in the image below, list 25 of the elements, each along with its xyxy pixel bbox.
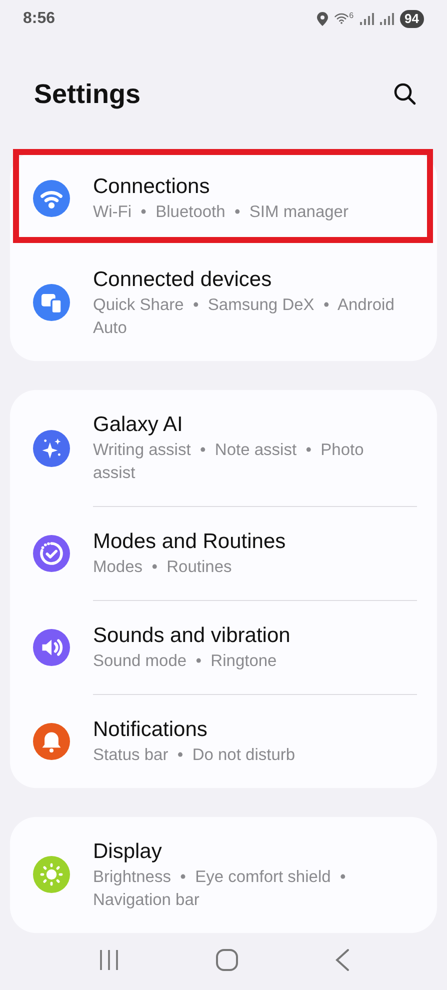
setting-title[interactable]: Modes and Routines: [93, 528, 417, 556]
setting-title[interactable]: Display: [93, 838, 417, 866]
setting-subtitle: Quick Share • Samsung DeX • Android Auto: [93, 294, 396, 339]
setting-title[interactable]: Galaxy AI: [93, 410, 417, 439]
signal-icon: [380, 12, 394, 25]
setting-subtitle: Brightness • Eye comfort shield • Navigation bar: [93, 866, 347, 911]
back-button[interactable]: [334, 948, 350, 972]
recent-apps-button[interactable]: [98, 949, 120, 972]
home-button[interactable]: [214, 948, 238, 972]
setting-subtitle: Status bar • Do not disturb: [93, 744, 296, 766]
setting-title[interactable]: Notifications: [93, 716, 417, 744]
location-icon: [317, 12, 328, 26]
page-title: Settings: [34, 78, 141, 111]
setting-title[interactable]: Connected devices: [93, 266, 417, 294]
setting-subtitle: Sound mode • Ringtone: [93, 650, 278, 672]
setting-subtitle: Modes • Routines: [93, 556, 233, 578]
setting-subtitle: Writing assist • Note assist • Photo assist: [93, 440, 365, 484]
wifi-icon: [334, 12, 350, 26]
setting-subtitle: Wi-Fi • Bluetooth • SIM manager: [93, 202, 350, 223]
wifi-generation-label: 6: [349, 12, 354, 20]
setting-title[interactable]: Connections: [93, 172, 417, 201]
battery-level: 94: [400, 10, 424, 28]
setting-title[interactable]: Sounds and vibration: [93, 622, 417, 650]
status-time: 8:56: [23, 8, 56, 29]
signal-icon: [360, 12, 374, 25]
